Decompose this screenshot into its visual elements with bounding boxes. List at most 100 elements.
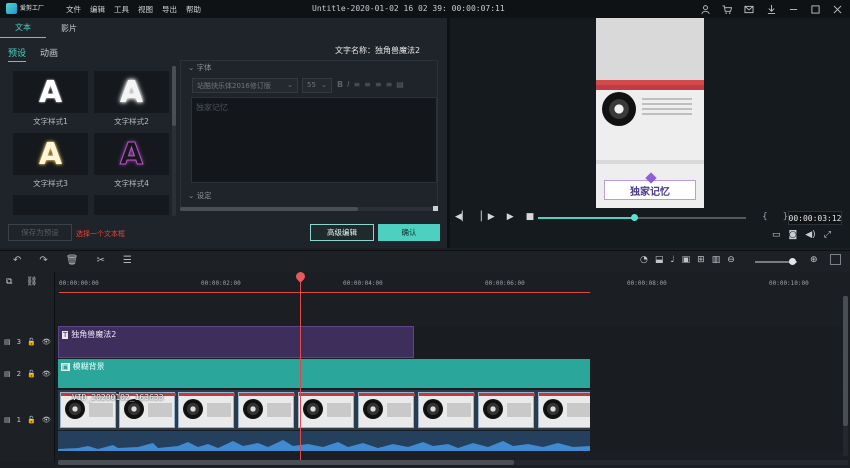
visibility-icon[interactable]: 👁 xyxy=(42,338,51,346)
video-clip[interactable]: VID_20200102_163633 xyxy=(58,390,590,430)
delete-icon[interactable]: 🗑 xyxy=(66,255,79,266)
text-input-area[interactable]: 独家记忆 xyxy=(191,97,437,183)
style-tile-6[interactable] xyxy=(94,195,169,215)
split-icon[interactable]: ⊞ xyxy=(697,255,705,265)
panel-hscrollbar[interactable] xyxy=(180,207,438,211)
tab-text[interactable]: 文本 xyxy=(0,18,46,38)
playhead-line[interactable] xyxy=(300,272,301,462)
italic-icon[interactable]: I xyxy=(347,80,349,89)
advanced-edit-button[interactable]: 高级编辑 xyxy=(310,224,374,241)
lock-icon[interactable]: 🔓 xyxy=(27,416,36,424)
fit-timeline-icon[interactable] xyxy=(830,254,841,265)
lock-icon[interactable]: 🔓 xyxy=(27,338,36,346)
subtitle-icon[interactable]: ▣ xyxy=(682,255,691,265)
minimize-icon[interactable] xyxy=(786,2,800,16)
style-tile-3[interactable]: A xyxy=(13,133,88,175)
style-tile-1[interactable]: A xyxy=(13,71,88,113)
visibility-icon[interactable]: 👁 xyxy=(42,416,51,424)
track-3-controls: ▤ 3 🔓 👁 xyxy=(4,338,51,346)
stop-icon[interactable]: ■ xyxy=(526,212,535,222)
mail-icon[interactable] xyxy=(742,2,756,16)
redo-icon[interactable]: ↷ xyxy=(39,255,47,266)
bold-icon[interactable]: B xyxy=(337,80,343,89)
close-icon[interactable] xyxy=(830,2,844,16)
visibility-icon[interactable]: 👁 xyxy=(42,370,51,378)
play-icon[interactable]: ▶ xyxy=(507,212,514,222)
styles-scrollbar[interactable] xyxy=(172,66,176,216)
lock-icon[interactable]: 🔓 xyxy=(27,370,36,378)
panel-tabs: 文本 影片 xyxy=(0,18,447,38)
volume-icon[interactable]: ◀) xyxy=(805,230,815,240)
link-icon[interactable]: ⛓ xyxy=(26,277,37,287)
format-toolbar: B I ≡ ≡ ≡ ≡ ▤ xyxy=(337,80,404,89)
style-tile-2[interactable]: A xyxy=(94,71,169,113)
download-icon[interactable] xyxy=(764,2,778,16)
style-label-1: 文字样式1 xyxy=(33,117,68,126)
tab-movie[interactable]: 影片 xyxy=(46,18,92,38)
timeline-tools: ◔ ⬓ ♩ ▣ ⊞ ▥ ⊖ xyxy=(640,255,735,265)
render-icon[interactable]: ◔ xyxy=(640,255,648,265)
display-icon[interactable]: ▭ xyxy=(772,230,781,240)
timeline-hscrollbar[interactable] xyxy=(58,460,848,465)
track-type-icon: ▤ xyxy=(4,370,11,378)
marker-icon[interactable]: ⬓ xyxy=(655,255,664,265)
text-placeholder: 独家记忆 xyxy=(196,103,228,112)
zoom-slider[interactable] xyxy=(755,258,797,265)
snap-icon[interactable]: ▥ xyxy=(712,255,721,265)
microphone-icon[interactable]: ♩ xyxy=(670,255,674,265)
fullscreen-icon[interactable]: ⤢ xyxy=(824,230,831,240)
style-label-2: 文字样式2 xyxy=(114,117,149,126)
timeline-ruler[interactable]: 00:00:00:00 00:00:02:00 00:00:04:00 00:0… xyxy=(55,272,850,294)
user-icon[interactable] xyxy=(698,2,712,16)
video-clip-label: VID_20200102_163633 xyxy=(72,393,164,402)
menu-help[interactable]: 帮助 xyxy=(186,4,201,15)
add-track-icon[interactable]: ⧉ xyxy=(6,277,12,287)
play-frame-icon[interactable]: ▏▶ xyxy=(481,212,495,222)
align-right-icon[interactable]: ≡ xyxy=(375,80,382,89)
timeline-vscrollbar[interactable] xyxy=(843,296,848,456)
undo-icon[interactable]: ↶ xyxy=(13,255,21,266)
font-family-select[interactable]: 站酷快乐体2016修订版 ⌄ xyxy=(192,78,298,93)
zoom-out-icon[interactable]: ⊖ xyxy=(727,255,735,265)
zoom-knob[interactable] xyxy=(789,258,796,265)
align-justify-icon[interactable]: ≡ xyxy=(386,80,393,89)
title-clip[interactable]: T 独角兽魔法2 xyxy=(58,326,414,358)
audio-waveform[interactable] xyxy=(58,431,590,451)
subtab-animation[interactable]: 动画 xyxy=(40,46,58,62)
maximize-icon[interactable] xyxy=(808,2,822,16)
align-left-icon[interactable]: ≡ xyxy=(353,80,360,89)
zoom-in-icon[interactable]: ⊕ xyxy=(810,255,818,265)
scrollbar-thumb[interactable] xyxy=(180,207,358,211)
preview-tools: ▭ ◙ ◀) ⤢ xyxy=(772,230,831,240)
menu-tools[interactable]: 工具 xyxy=(114,4,129,15)
scrollbar-thumb[interactable] xyxy=(58,460,514,465)
confirm-button[interactable]: 确认 xyxy=(378,224,440,241)
menu-view[interactable]: 视图 xyxy=(138,4,153,15)
title-bar: 爱剪工厂 文件 编辑 工具 视图 导出 帮助 Untitle-2020-01-0… xyxy=(0,0,850,18)
progress-knob[interactable] xyxy=(630,214,638,221)
background-clip[interactable]: ▣ 模糊背景 xyxy=(58,359,590,388)
font-section-label[interactable]: ⌄ 字体 xyxy=(188,62,212,73)
menu-edit[interactable]: 编辑 xyxy=(90,4,105,15)
window-controls xyxy=(698,2,844,16)
menu-file[interactable]: 文件 xyxy=(66,4,81,15)
settings-section-label[interactable]: ⌄ 设定 xyxy=(188,190,212,201)
text-effect-icon[interactable]: ▤ xyxy=(396,80,404,89)
save-preset-button[interactable]: 保存为预设 xyxy=(8,224,72,241)
subtab-presets[interactable]: 预设 xyxy=(8,46,27,62)
scrollbar-thumb[interactable] xyxy=(843,296,848,426)
menu-export[interactable]: 导出 xyxy=(162,4,177,15)
cart-icon[interactable] xyxy=(720,2,734,16)
style-tile-5[interactable] xyxy=(13,195,88,215)
adjust-icon[interactable]: ☰ xyxy=(123,255,132,266)
cut-icon[interactable]: ✂ xyxy=(96,255,104,266)
track-number: 3 xyxy=(16,338,22,346)
scrollbar-thumb[interactable] xyxy=(172,66,176,126)
style-tile-4[interactable]: A xyxy=(94,133,169,175)
font-size-select[interactable]: 55 ⌄ xyxy=(302,78,332,93)
align-center-icon[interactable]: ≡ xyxy=(364,80,371,89)
previous-frame-icon[interactable]: ◀▏ xyxy=(455,212,469,222)
style-label-3: 文字样式3 xyxy=(33,179,68,188)
camera-icon[interactable]: ◙ xyxy=(789,230,798,240)
playback-progress[interactable] xyxy=(538,214,746,221)
